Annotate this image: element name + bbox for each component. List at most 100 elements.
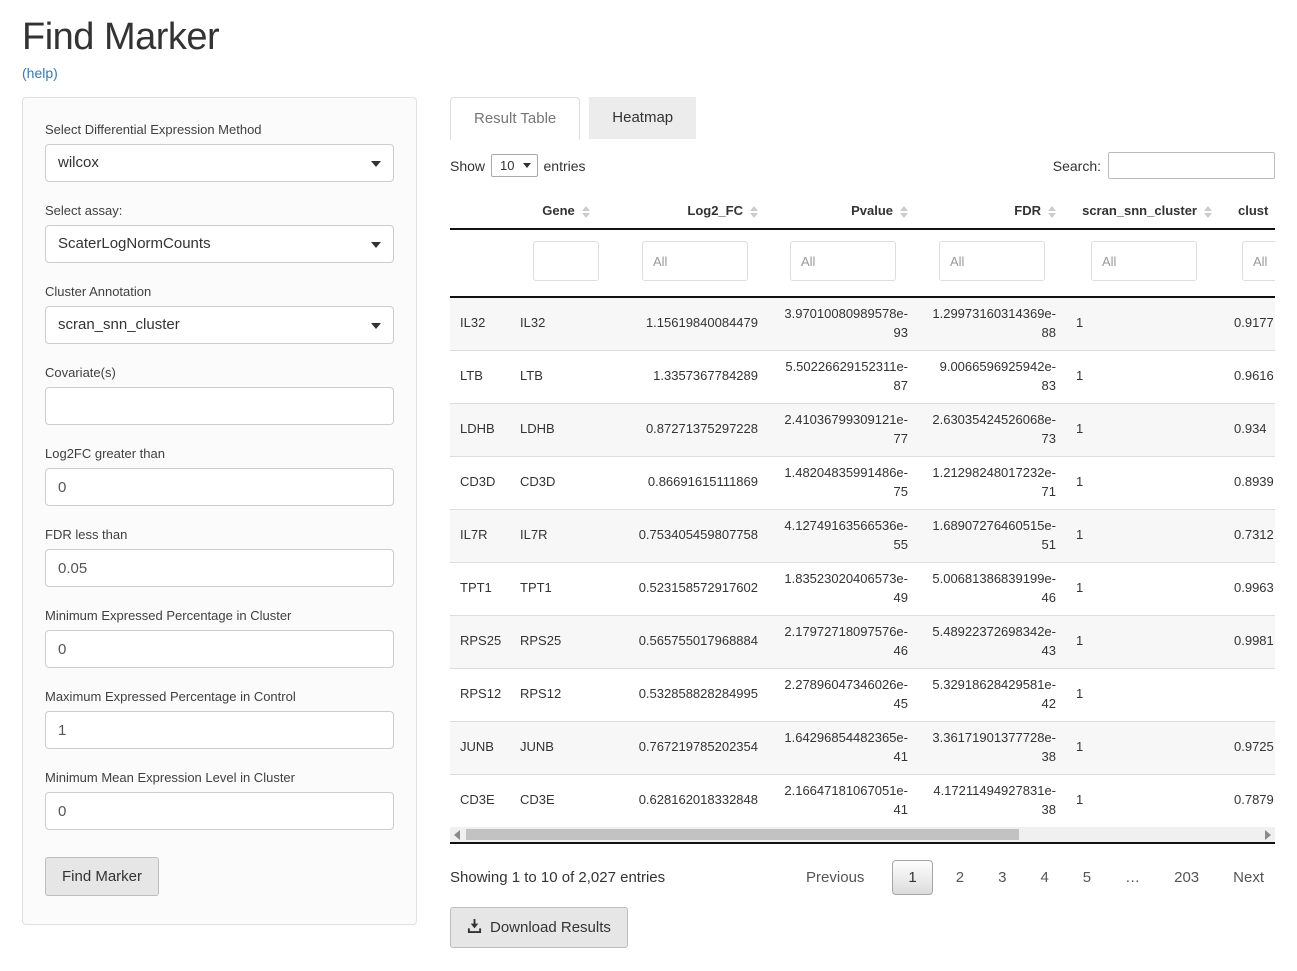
table-row[interactable]: RPS25 RPS25 0.565755017968884 2.17972718… bbox=[450, 615, 1275, 668]
table-row[interactable]: CD3E CD3E 0.628162018332848 2.1664718106… bbox=[450, 774, 1275, 827]
cluster-cell: 1 bbox=[1066, 774, 1222, 827]
rowname-cell: LDHB bbox=[450, 403, 510, 456]
tab-heatmap[interactable]: Heatmap bbox=[589, 97, 696, 139]
log2fc-cell: 1.3357367784289 bbox=[622, 350, 768, 403]
fdr-cell: 5.32918628429581e-42 bbox=[918, 668, 1066, 721]
pagination-page-5[interactable]: 5 bbox=[1072, 861, 1102, 894]
rowname-cell: RPS25 bbox=[450, 615, 510, 668]
rowname-filter-cell bbox=[450, 229, 510, 297]
search-input[interactable] bbox=[1108, 152, 1275, 179]
scrollbar-thumb[interactable] bbox=[466, 829, 1019, 840]
column-header-log2fc[interactable]: Log2_FC bbox=[622, 193, 768, 229]
table-row[interactable]: LTB LTB 1.3357367784289 5.50226629152311… bbox=[450, 350, 1275, 403]
log2fc-cell: 0.628162018332848 bbox=[622, 774, 768, 827]
de-method-select[interactable]: wilcox bbox=[45, 144, 394, 182]
pagination-page-2[interactable]: 2 bbox=[945, 861, 975, 894]
table-row[interactable]: LDHB LDHB 0.87271375297228 2.41036799309… bbox=[450, 403, 1275, 456]
min-mean-expression-label: Minimum Mean Expression Level in Cluster bbox=[45, 770, 394, 785]
min-expressed-pct-label: Minimum Expressed Percentage in Cluster bbox=[45, 608, 394, 623]
log2fc-cell: 1.15619840084479 bbox=[622, 297, 768, 350]
pvalue-filter-input[interactable] bbox=[790, 241, 896, 281]
column-header-gene[interactable]: Gene bbox=[510, 193, 622, 229]
table-row[interactable]: CD3D CD3D 0.86691615111869 1.48204835991… bbox=[450, 456, 1275, 509]
clust-cell: 0.9981 bbox=[1222, 615, 1275, 668]
download-results-button[interactable]: Download Results bbox=[450, 907, 628, 948]
cluster-cell: 1 bbox=[1066, 562, 1222, 615]
clust-cell: 0.934 bbox=[1222, 403, 1275, 456]
help-link[interactable]: (help) bbox=[22, 65, 58, 81]
cluster-filter-input[interactable] bbox=[1091, 241, 1197, 281]
pagination-page-203[interactable]: 203 bbox=[1163, 861, 1210, 894]
horizontal-scrollbar[interactable] bbox=[450, 827, 1275, 842]
cluster-annotation-select[interactable]: scran_snn_cluster bbox=[45, 306, 394, 344]
min-expressed-pct-input[interactable] bbox=[45, 630, 394, 668]
cluster-cell: 1 bbox=[1066, 350, 1222, 403]
search-label: Search: bbox=[1053, 158, 1101, 174]
covariates-input[interactable] bbox=[45, 387, 394, 425]
rowname-cell: CD3E bbox=[450, 774, 510, 827]
fdr-threshold-input[interactable] bbox=[45, 549, 394, 587]
log2fc-cell: 0.87271375297228 bbox=[622, 403, 768, 456]
min-mean-expression-input[interactable] bbox=[45, 792, 394, 830]
pvalue-cell: 1.83523020406573e-49 bbox=[768, 562, 918, 615]
pvalue-cell: 5.50226629152311e-87 bbox=[768, 350, 918, 403]
column-header-clust[interactable]: clust bbox=[1222, 193, 1275, 229]
cluster-cell: 1 bbox=[1066, 403, 1222, 456]
clust-cell: 0.9177 bbox=[1222, 297, 1275, 350]
de-method-label: Select Differential Expression Method bbox=[45, 122, 394, 137]
fdr-cell: 3.36171901377728e-38 bbox=[918, 721, 1066, 774]
pvalue-cell: 2.41036799309121e-77 bbox=[768, 403, 918, 456]
cluster-cell: 1 bbox=[1066, 509, 1222, 562]
table-row[interactable]: JUNB JUNB 0.767219785202354 1.6429685448… bbox=[450, 721, 1275, 774]
table-row[interactable]: IL32 IL32 1.15619840084479 3.97010080989… bbox=[450, 297, 1275, 350]
chevron-down-icon bbox=[371, 323, 381, 329]
log2fc-threshold-label: Log2FC greater than bbox=[45, 446, 394, 461]
gene-cell: RPS25 bbox=[510, 615, 622, 668]
page-length-select[interactable]: 10 bbox=[491, 154, 537, 177]
fdr-threshold-label: FDR less than bbox=[45, 527, 394, 542]
layout: Select Differential Expression Method wi… bbox=[0, 97, 1297, 948]
gene-cell: RPS12 bbox=[510, 668, 622, 721]
rowname-cell: JUNB bbox=[450, 721, 510, 774]
cluster-cell: 1 bbox=[1066, 297, 1222, 350]
table-row[interactable]: IL7R IL7R 0.753405459807758 4.1274916356… bbox=[450, 509, 1275, 562]
table-row[interactable]: TPT1 TPT1 0.523158572917602 1.8352302040… bbox=[450, 562, 1275, 615]
pagination-page-4[interactable]: 4 bbox=[1029, 861, 1059, 894]
clust-cell: 0.9963 bbox=[1222, 562, 1275, 615]
assay-label: Select assay: bbox=[45, 203, 394, 218]
page-title: Find Marker bbox=[22, 16, 1297, 59]
pagination-previous[interactable]: Previous bbox=[795, 861, 880, 894]
gene-cell: JUNB bbox=[510, 721, 622, 774]
tab-result-table[interactable]: Result Table bbox=[450, 97, 580, 140]
pagination-page-1[interactable]: 1 bbox=[892, 860, 932, 895]
log2fc-threshold-input[interactable] bbox=[45, 468, 394, 506]
pvalue-cell: 2.27896047346026e-45 bbox=[768, 668, 918, 721]
pvalue-cell: 1.48204835991486e-75 bbox=[768, 456, 918, 509]
column-header-pvalue[interactable]: Pvalue bbox=[768, 193, 918, 229]
log2fc-filter-input[interactable] bbox=[642, 241, 748, 281]
gene-cell: IL7R bbox=[510, 509, 622, 562]
fdr-cell: 5.48922372698342e-43 bbox=[918, 615, 1066, 668]
fdr-cell: 9.0066596925942e-83 bbox=[918, 350, 1066, 403]
assay-select[interactable]: ScaterLogNormCounts bbox=[45, 225, 394, 263]
pagination-page-3[interactable]: 3 bbox=[987, 861, 1017, 894]
fdr-filter-input[interactable] bbox=[939, 241, 1045, 281]
table-row[interactable]: RPS12 RPS12 0.532858828284995 2.27896047… bbox=[450, 668, 1275, 721]
column-header-fdr[interactable]: FDR bbox=[918, 193, 1066, 229]
download-icon bbox=[467, 918, 482, 937]
table-info: Showing 1 to 10 of 2,027 entries bbox=[450, 869, 665, 886]
scroll-left-arrow-icon[interactable] bbox=[454, 830, 460, 840]
gene-filter-input[interactable] bbox=[533, 241, 599, 281]
pvalue-cell: 4.12749163566536e-55 bbox=[768, 509, 918, 562]
find-marker-button[interactable]: Find Marker bbox=[45, 857, 159, 896]
max-expressed-pct-label: Maximum Expressed Percentage in Control bbox=[45, 689, 394, 704]
rowname-cell: RPS12 bbox=[450, 668, 510, 721]
log2fc-cell: 0.523158572917602 bbox=[622, 562, 768, 615]
column-header-cluster[interactable]: scran_snn_cluster bbox=[1066, 193, 1222, 229]
scroll-right-arrow-icon[interactable] bbox=[1265, 830, 1271, 840]
pagination-next[interactable]: Next bbox=[1222, 861, 1275, 894]
max-expressed-pct-input[interactable] bbox=[45, 711, 394, 749]
gene-cell: LTB bbox=[510, 350, 622, 403]
clust-filter-input[interactable] bbox=[1242, 241, 1275, 281]
chevron-down-icon bbox=[523, 163, 531, 168]
